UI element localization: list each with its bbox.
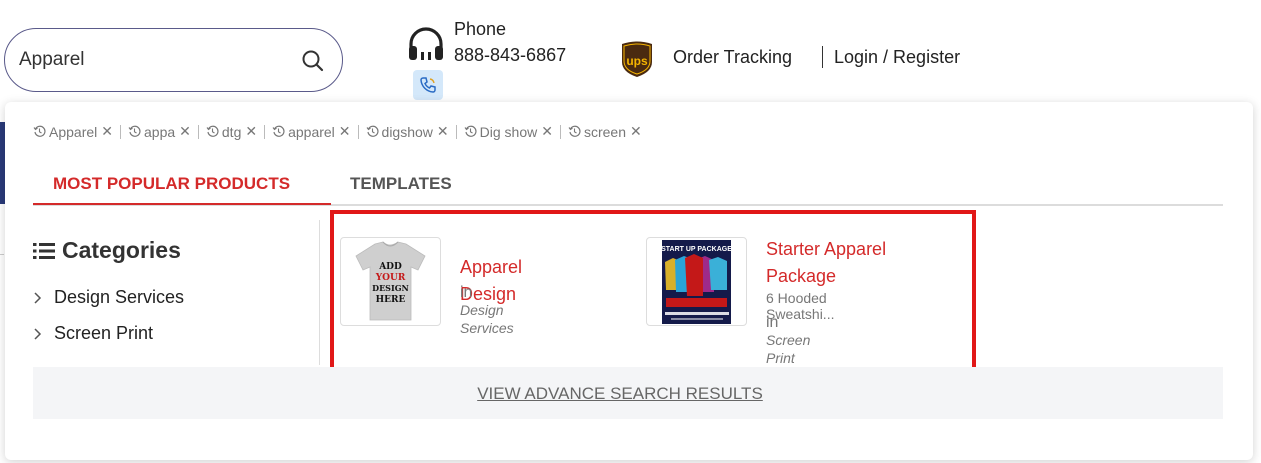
history-label[interactable]: digshow <box>382 124 433 140</box>
tab-bar: MOST POPULAR PRODUCTS TEMPLATES <box>33 162 1223 206</box>
history-item[interactable]: appa ✕ <box>128 123 191 140</box>
history-item[interactable]: Apparel ✕ <box>33 123 113 140</box>
search-box[interactable] <box>4 28 343 92</box>
product-name[interactable]: Starter Apparel Package <box>766 236 926 290</box>
history-divider <box>120 124 121 139</box>
tshirt-text: DESIGN <box>372 283 409 293</box>
remove-history-icon[interactable]: ✕ <box>245 123 257 140</box>
tab-templates[interactable]: TEMPLATES <box>350 174 452 194</box>
tab-most-popular-products[interactable]: MOST POPULAR PRODUCTS <box>53 174 290 194</box>
remove-history-icon[interactable]: ✕ <box>541 123 553 140</box>
order-tracking-link[interactable]: Order Tracking <box>673 47 792 68</box>
history-label[interactable]: appa <box>144 124 175 140</box>
history-item[interactable]: Dig show ✕ <box>464 123 553 140</box>
history-label[interactable]: Apparel <box>49 124 97 140</box>
chevron-right-icon <box>34 327 42 340</box>
history-label[interactable]: screen <box>584 124 626 140</box>
phone-call-icon <box>420 77 436 93</box>
history-label[interactable]: apparel <box>288 124 335 140</box>
tshirt-image: ADD YOUR DESIGN HERE <box>355 241 426 321</box>
remove-history-icon[interactable]: ✕ <box>630 123 642 140</box>
background-divider <box>0 254 4 255</box>
tshirt-text: ADD <box>378 262 402 272</box>
remove-history-icon[interactable]: ✕ <box>437 123 449 140</box>
history-divider <box>357 124 359 139</box>
flyer-title: START UP PACKAGE <box>661 246 732 253</box>
ups-logo: ups <box>622 41 652 77</box>
headset-icon <box>409 27 443 60</box>
tshirt-text: HERE <box>376 295 406 305</box>
category-label[interactable]: Screen Print <box>54 323 153 344</box>
login-register-link[interactable]: Login / Register <box>834 47 960 68</box>
history-divider <box>455 124 457 139</box>
history-divider <box>197 124 199 139</box>
history-icon <box>128 125 141 137</box>
active-tab-indicator <box>33 203 331 205</box>
history-item[interactable]: dtg ✕ <box>206 123 257 140</box>
view-advance-search-link[interactable]: VIEW ADVANCE SEARCH RESULTS <box>33 384 1207 404</box>
in-label: in <box>460 284 473 301</box>
history-icon <box>33 125 46 137</box>
search-icon[interactable] <box>299 47 327 75</box>
list-icon <box>33 242 55 259</box>
column-divider <box>319 220 320 365</box>
product-thumbnail[interactable]: START UP PACKAGE <box>646 237 747 326</box>
history-divider <box>264 124 266 139</box>
call-button[interactable] <box>413 70 443 100</box>
package-flyer-image: START UP PACKAGE <box>661 240 732 324</box>
category-item-screen-print[interactable]: Screen Print <box>33 323 153 344</box>
chevron-right-icon <box>34 291 42 304</box>
search-dropdown: Apparel ✕ appa ✕ dtg ✕ apparel ✕ digshow… <box>5 102 1253 460</box>
categories-title: Categories <box>62 237 181 263</box>
categories-heading: Categories <box>33 237 181 264</box>
phone-label: Phone <box>454 19 507 39</box>
product-thumbnail[interactable]: ADD YOUR DESIGN HERE <box>340 237 441 326</box>
tshirt-text: YOUR <box>375 273 406 283</box>
svg-text:ups: ups <box>626 54 648 68</box>
history-divider <box>559 124 561 139</box>
product-category: Design Services <box>460 302 514 336</box>
remove-history-icon[interactable]: ✕ <box>339 123 351 140</box>
category-label[interactable]: Design Services <box>54 287 184 308</box>
product-category-line: in Design Services <box>460 284 514 338</box>
phone-number[interactable]: 888-843-6867 <box>454 45 566 66</box>
history-icon <box>206 125 219 137</box>
history-item[interactable]: apparel ✕ <box>272 123 351 140</box>
advance-search-bar: VIEW ADVANCE SEARCH RESULTS <box>33 367 1223 419</box>
remove-history-icon[interactable]: ✕ <box>101 123 113 140</box>
history-icon <box>272 125 285 137</box>
search-input[interactable] <box>19 47 279 73</box>
header-divider <box>822 46 823 68</box>
history-item[interactable]: digshow ✕ <box>366 123 449 140</box>
remove-history-icon[interactable]: ✕ <box>179 123 191 140</box>
history-label[interactable]: Dig show <box>480 124 538 140</box>
history-item[interactable]: screen ✕ <box>568 123 642 140</box>
history-icon <box>464 125 477 137</box>
product-category-line: in Screen Print <box>766 314 810 368</box>
history-icon <box>568 125 581 137</box>
category-item-design-services[interactable]: Design Services <box>33 287 184 308</box>
history-label[interactable]: dtg <box>222 124 241 140</box>
history-icon <box>366 125 379 137</box>
product-category: Screen Print <box>766 332 811 366</box>
in-label: in <box>766 314 779 331</box>
search-history: Apparel ✕ appa ✕ dtg ✕ apparel ✕ digshow… <box>33 123 642 140</box>
